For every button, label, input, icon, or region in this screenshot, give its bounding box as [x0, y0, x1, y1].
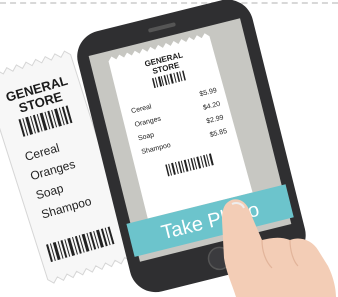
illustration: GENERAL STORE Cereal Oranges Soap Shampo… — [0, 0, 338, 297]
scan-receipt-scene: GENERAL STORE Cereal Oranges Soap Shampo… — [0, 0, 336, 297]
